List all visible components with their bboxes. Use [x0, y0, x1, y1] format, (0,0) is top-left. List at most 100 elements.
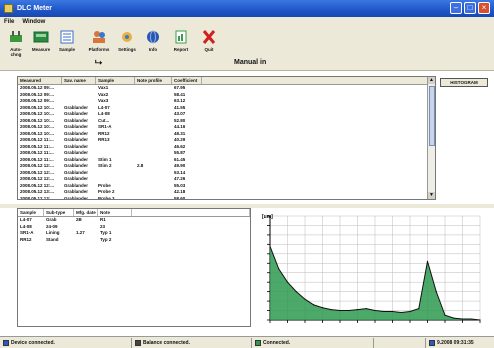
- title-bar: DLC Meter – □ ×: [0, 0, 494, 17]
- data-point: [418, 308, 420, 310]
- data-point: [444, 314, 446, 316]
- data-point: [479, 319, 481, 321]
- table-cell: 2008.05.12 13:...: [20, 195, 55, 200]
- app-icon: [4, 4, 13, 13]
- histogram-button[interactable]: HISTOGRAM: [440, 78, 488, 87]
- people-icon: [93, 31, 105, 43]
- table-body: 2008.05.12 09:... Vax1 67.95 2008.05.12 09:…: [18, 85, 435, 200]
- detail-header: Sample Sub-type Mfg. date Note: [18, 209, 250, 217]
- status-connection: Connected.: [252, 337, 374, 348]
- menu-bar: File Window: [0, 17, 494, 27]
- chart-svg: [um]: [262, 214, 481, 323]
- window-title: DLC Meter: [17, 5, 53, 12]
- data-point: [435, 291, 437, 293]
- table-cell: 58.60: [174, 195, 186, 200]
- data-point: [400, 311, 402, 314]
- data-point: [269, 245, 271, 247]
- mode-label: Manual in: [234, 59, 267, 66]
- detail-cell: Typ 2: [100, 236, 112, 242]
- status-bar: Device connected. Balance connected. Con…: [0, 336, 494, 348]
- data-point: [321, 307, 324, 309]
- detail-cell: RR12: [20, 236, 32, 242]
- status-indicator-icon: [255, 339, 261, 346]
- report-icon: [175, 30, 187, 44]
- column-header[interactable]: Coefficient: [172, 77, 202, 84]
- menu-file[interactable]: File: [4, 19, 14, 25]
- mouse-pointer-icon: ⮡: [95, 57, 103, 67]
- status-balance: Balance connected.: [132, 337, 252, 348]
- ac-plug-icon: [10, 31, 22, 42]
- info-button[interactable]: Info: [142, 30, 164, 52]
- column-header[interactable]: Sample: [18, 209, 44, 216]
- detail-row[interactable]: RR12 Stand Typ 2: [18, 237, 250, 244]
- close-button[interactable]: ×: [478, 2, 490, 14]
- status-indicator-icon: [3, 339, 9, 346]
- data-point: [304, 298, 306, 300]
- data-point: [278, 268, 280, 270]
- sample-detail-table[interactable]: Sample Sub-type Mfg. date Note L4-07 Grab…: [17, 208, 251, 327]
- column-header-empty: [202, 77, 435, 84]
- table-scrollbar[interactable]: ▲ ▼: [427, 77, 435, 199]
- data-point: [426, 260, 429, 262]
- data-point: [461, 318, 464, 320]
- data-point: [313, 304, 315, 306]
- column-header[interactable]: Sub-type: [44, 209, 74, 216]
- status-empty: [374, 337, 426, 348]
- data-point: [348, 309, 350, 312]
- table-cell: Probe 3: [98, 195, 115, 200]
- data-point: [339, 309, 341, 312]
- settings-icon: [122, 32, 132, 42]
- maximize-button[interactable]: □: [464, 2, 476, 14]
- measure-button[interactable]: Measure: [30, 30, 52, 52]
- data-point: [295, 291, 297, 293]
- y-axis-label: [um]: [262, 214, 273, 220]
- measurement-table[interactable]: Measured Sav. name Sample Note profile C…: [17, 76, 436, 200]
- scroll-up-icon[interactable]: ▲: [428, 77, 435, 84]
- settings-button[interactable]: Settings: [116, 30, 138, 52]
- table-cell: [135, 196, 172, 200]
- info-globe-icon: [147, 30, 159, 44]
- detail-body: L4-07 Grab 2B R1 L4-08 24-09 23 SR1-A Lining 1.27…: [18, 217, 250, 243]
- window-controls: – □ ×: [450, 2, 490, 14]
- data-point: [374, 309, 376, 312]
- distribution-chart: [um]: [254, 208, 486, 327]
- status-time: 9.2008 09:31:35: [426, 338, 494, 348]
- measure-icon: [33, 31, 49, 43]
- column-header[interactable]: Note: [98, 209, 132, 216]
- column-header[interactable]: Measured: [18, 77, 62, 84]
- data-point: [453, 317, 455, 319]
- minimize-button[interactable]: –: [450, 2, 462, 14]
- table-row[interactable]: 2008.05.12 13:... Grablander Probe 3 58.60: [18, 195, 435, 200]
- data-point: [286, 281, 289, 283]
- data-point: [409, 310, 411, 313]
- data-point: [365, 308, 367, 310]
- data-point: [391, 310, 394, 313]
- data-point: [356, 309, 359, 311]
- status-indicator-icon: [429, 339, 435, 346]
- scrollbar-thumb[interactable]: [429, 86, 435, 146]
- toolbar: Auto-chng Measure Sample Platforms Setti…: [0, 27, 494, 71]
- detail-cell: [74, 237, 98, 244]
- data-point: [330, 309, 332, 311]
- column-header[interactable]: Mfg. date: [74, 209, 98, 216]
- data-point: [470, 318, 472, 320]
- sample-button[interactable]: Sample: [56, 30, 78, 52]
- sample-list-icon: [60, 30, 74, 44]
- status-device: Device connected.: [0, 337, 132, 348]
- status-indicator-icon: [135, 339, 141, 346]
- column-header[interactable]: Sav. name: [62, 77, 96, 84]
- column-header[interactable]: Sample: [96, 77, 135, 84]
- detail-cell: Stand: [46, 236, 59, 242]
- platforms-button[interactable]: Platforms: [88, 30, 110, 52]
- scroll-down-icon[interactable]: ▼: [428, 192, 435, 199]
- menu-window[interactable]: Window: [22, 19, 45, 25]
- data-point: [383, 310, 385, 313]
- column-header[interactable]: Note profile: [135, 77, 172, 84]
- auto-chng-button[interactable]: Auto-chng: [5, 30, 27, 57]
- table-cell: Grablander: [64, 195, 89, 200]
- quit-button[interactable]: Quit: [198, 30, 220, 52]
- report-button[interactable]: Report: [170, 30, 192, 52]
- table-header: Measured Sav. name Sample Note profile C…: [18, 77, 435, 85]
- quit-x-icon: [202, 30, 216, 44]
- column-header-empty: [132, 209, 250, 216]
